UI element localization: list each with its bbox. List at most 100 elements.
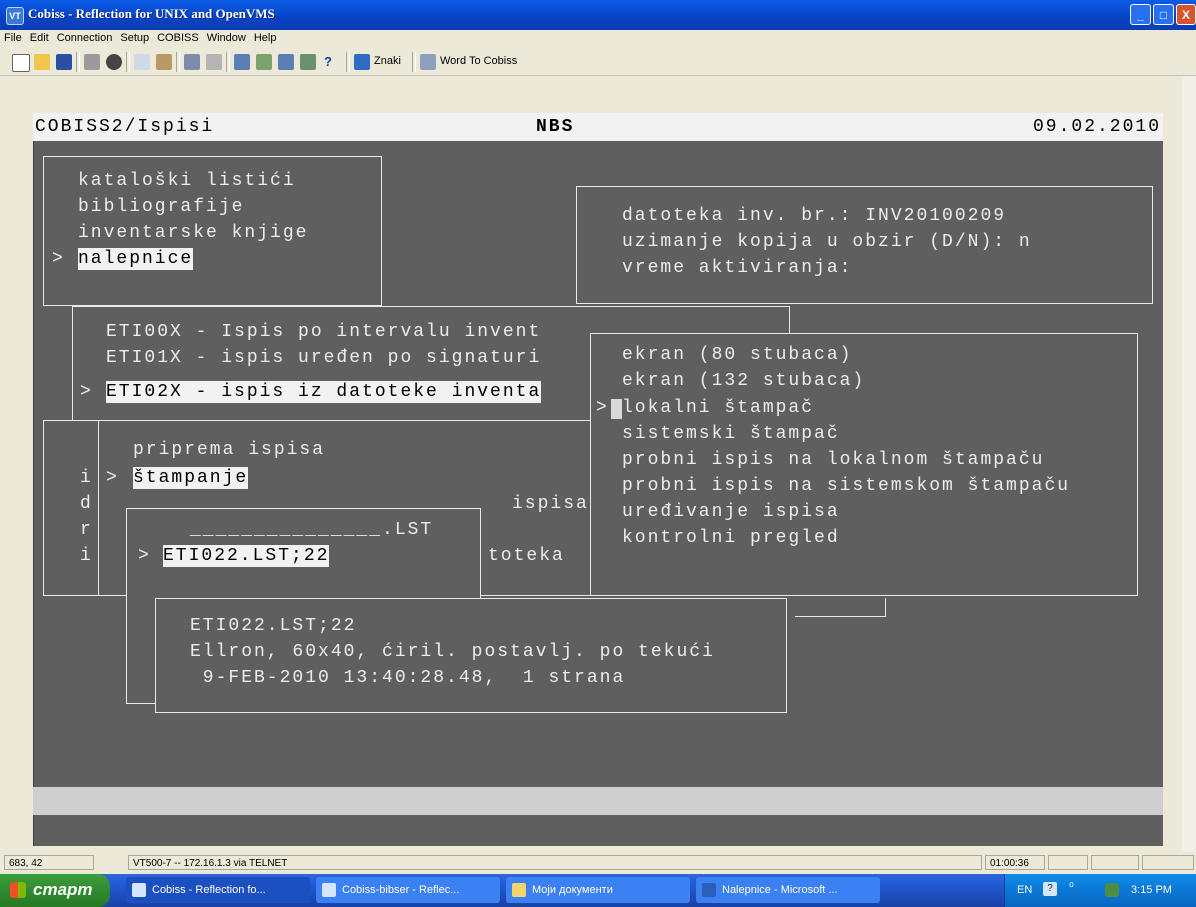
file-selected[interactable]: ETI022.LST;22 (163, 545, 330, 567)
fragment-ispisa: ispisa (512, 494, 589, 514)
eti-item-selected[interactable]: ETI02X - ispis iz datoteke inventa (106, 381, 542, 403)
menu-bar: File Edit Connection Setup COBISS Window Help (0, 30, 1196, 49)
selection-arrow: > (80, 382, 93, 402)
side-letter: r (80, 520, 93, 540)
status-bar: 683, 42 VT500-7 -- 172.16.1.3 via TELNET… (0, 852, 1196, 874)
selection-arrow: > (106, 468, 119, 488)
minimize-button[interactable]: _ (1130, 4, 1151, 25)
macro-icon[interactable] (278, 54, 294, 70)
znaki-button[interactable]: Znaki (374, 55, 401, 67)
window-title: Cobiss - Reflection for UNIX and OpenVMS (28, 6, 275, 21)
box-edge (795, 598, 886, 617)
selection-arrow: > (138, 546, 151, 566)
new-icon[interactable] (12, 54, 30, 72)
znaki-icon[interactable] (354, 54, 370, 70)
menu-file[interactable]: File (0, 30, 26, 46)
word-to-cobiss-button[interactable]: Word To Cobiss (440, 55, 517, 67)
menu-connection[interactable]: Connection (53, 30, 117, 46)
keyboard-icon[interactable] (256, 54, 272, 70)
status-cell-empty (1142, 855, 1194, 870)
language-indicator[interactable]: EN (1017, 884, 1032, 896)
menu-cobiss[interactable]: COBISS (153, 30, 203, 46)
paste-icon[interactable] (156, 54, 172, 70)
clock: 3:15 PM (1131, 884, 1172, 896)
info-line: datoteka inv. br.: INV20100209 (622, 206, 1007, 226)
help-icon[interactable]: ? (324, 54, 340, 70)
taskbar-item-documents[interactable]: Моји документи (506, 877, 690, 903)
close-button[interactable]: X (1176, 4, 1196, 25)
print-item-selected[interactable]: štampanje (133, 467, 249, 489)
menu-window[interactable]: Window (203, 30, 250, 46)
output-item[interactable]: ekran (80 stubaca) (622, 344, 852, 366)
save-icon[interactable] (56, 54, 72, 70)
reflection-icon (322, 883, 336, 897)
word-to-cobiss-icon[interactable] (420, 54, 436, 70)
start-button[interactable]: старт (0, 874, 110, 907)
selection-arrow: > (596, 398, 609, 418)
find-icon[interactable] (106, 54, 122, 70)
side-letter: d (80, 494, 93, 514)
session-timer: 01:00:36 (985, 855, 1045, 870)
toolbar: ? Znaki Word To Cobiss (0, 49, 1196, 76)
vertical-scrollbar[interactable] (1182, 76, 1196, 852)
file-info-line: ETI022.LST;22 (190, 616, 357, 636)
info-line: vreme aktiviranja: (622, 258, 853, 278)
menu1-item-selected[interactable]: nalepnice (78, 248, 194, 270)
reflection-icon (132, 883, 146, 897)
header-library: NBS (536, 117, 575, 137)
menu-setup[interactable]: Setup (116, 30, 153, 46)
menu-help[interactable]: Help (250, 30, 281, 46)
terminal-status-line (33, 787, 1163, 815)
print-icon[interactable] (84, 54, 100, 70)
file-pattern: _______________.LST (190, 520, 434, 540)
copy-icon[interactable] (134, 54, 150, 70)
output-item[interactable]: probni ispis na lokalnom štampaču (622, 449, 1044, 471)
display-icon[interactable] (300, 54, 316, 70)
help-icon[interactable]: ? (1043, 882, 1057, 896)
settings-icon[interactable] (234, 54, 250, 70)
title-bar[interactable]: VT Cobiss - Reflection for UNIX and Open… (0, 0, 1196, 30)
app-icon[interactable]: VT (6, 7, 24, 25)
eti-item[interactable]: ETI01X - ispis uređen po signaturi (106, 347, 541, 369)
taskbar-item-bibser[interactable]: Cobiss-bibser - Reflec... (316, 877, 500, 903)
connect-icon[interactable] (184, 54, 200, 70)
word-icon (702, 883, 716, 897)
cursor-position: 683, 42 (4, 855, 94, 870)
output-item[interactable]: ekran (132 stubaca) (622, 370, 865, 392)
open-icon[interactable] (34, 54, 50, 70)
menu1-item[interactable]: bibliografije (78, 196, 244, 218)
header-date: 09.02.2010 (1033, 117, 1162, 137)
menu1-item[interactable]: inventarske knjige (78, 222, 308, 244)
system-tray: EN ? ⁰ 3:15 PM (1004, 874, 1196, 907)
taskbar-item-reflection[interactable]: Cobiss - Reflection fo... (126, 877, 310, 903)
output-item[interactable]: kontrolni pregled (622, 527, 840, 549)
status-cell-empty (1091, 855, 1139, 870)
start-label: старт (33, 880, 93, 899)
output-item-selected[interactable]: lokalni štampač (622, 397, 814, 419)
output-item[interactable]: sistemski štampač (622, 423, 840, 445)
file-info-line: Ellron, 60x40, ćiril. postavlj. po tekuć… (190, 642, 715, 662)
output-item[interactable]: uređivanje ispisa (622, 501, 840, 523)
connection-info: VT500-7 -- 172.16.1.3 via TELNET (128, 855, 982, 870)
menu1-item[interactable]: kataloški listići (78, 170, 296, 192)
maximize-button[interactable]: □ (1153, 4, 1174, 25)
side-letter: i (80, 546, 93, 566)
info-line: uzimanje kopija u obzir (D/N): n (622, 232, 1032, 252)
header-path: COBISS2/Ispisi (35, 117, 215, 137)
status-cell-empty (1048, 855, 1088, 870)
tray-app-icon[interactable] (1105, 883, 1119, 897)
fragment-toteka: toteka (488, 546, 565, 566)
print-item[interactable]: priprema ispisa (133, 439, 325, 461)
file-info-line: 9-FEB-2010 13:40:28.48, 1 strana (190, 668, 626, 688)
terminal-header: COBISS2/Ispisi NBS 09.02.2010 (33, 113, 1163, 141)
output-item[interactable]: probni ispis na sistemskom štampaču (622, 475, 1070, 497)
taskbar-item-word[interactable]: Nalepnice - Microsoft ... (696, 877, 880, 903)
selection-arrow: > (52, 249, 65, 269)
tray-network-icon[interactable]: ⁰ (1069, 880, 1074, 894)
disconnect-icon[interactable] (206, 54, 222, 70)
side-letter: i (80, 468, 93, 488)
menu-edit[interactable]: Edit (26, 30, 53, 46)
cursor (611, 399, 622, 419)
eti-item[interactable]: ETI00X - Ispis po intervalu invent (106, 321, 541, 343)
windows-logo-icon (10, 882, 26, 898)
